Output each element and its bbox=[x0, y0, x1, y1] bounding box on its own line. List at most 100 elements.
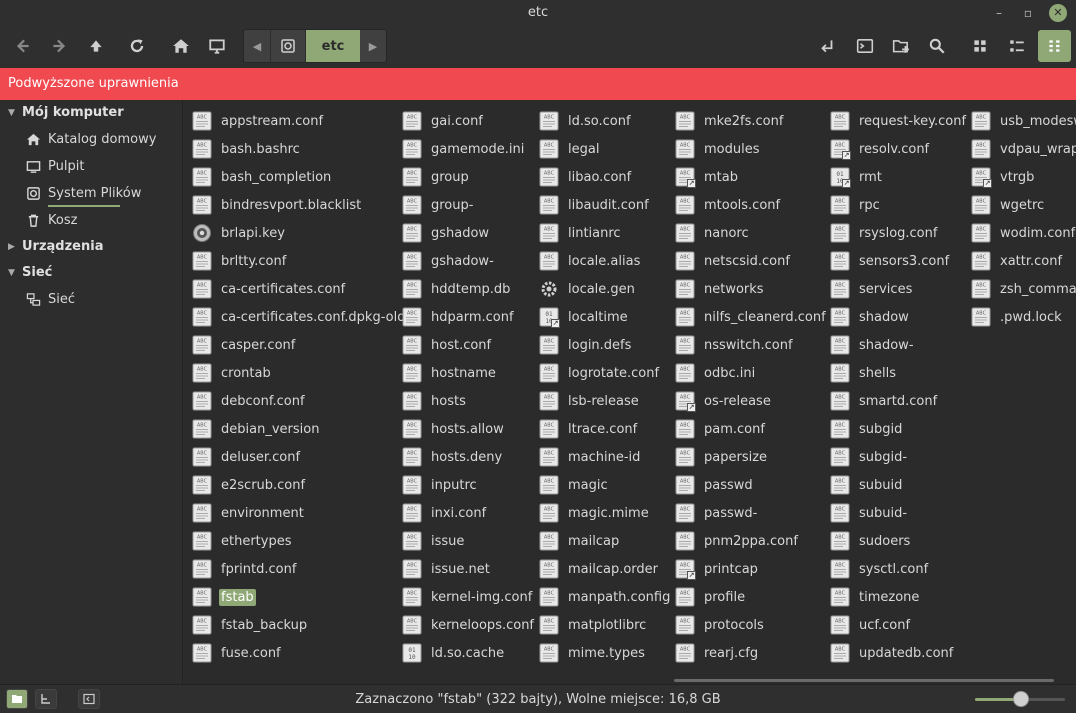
minimize-button[interactable]: – bbox=[990, 4, 1008, 22]
computer-button[interactable] bbox=[202, 31, 232, 61]
file-item[interactable]: ABC rpc bbox=[830, 194, 882, 216]
toggle-location-button[interactable] bbox=[812, 31, 842, 61]
file-item[interactable]: ABC papersize bbox=[675, 446, 769, 468]
file-item[interactable]: ABC gshadow- bbox=[402, 250, 496, 272]
horizontal-scrollbar[interactable] bbox=[674, 679, 1054, 682]
maximize-button[interactable]: ▫ bbox=[1019, 4, 1037, 22]
file-item[interactable]: ABC debconf.conf bbox=[192, 390, 307, 412]
file-item[interactable]: ABC ld.so.conf bbox=[539, 110, 633, 132]
file-item[interactable]: 01 10 ↗ rmt bbox=[830, 166, 884, 188]
file-item[interactable]: ABC e2scrub.conf bbox=[192, 474, 307, 496]
path-current-button[interactable]: etc bbox=[306, 30, 360, 62]
file-item[interactable]: ABC bash_completion bbox=[192, 166, 333, 188]
file-item[interactable]: ABC ca-certificates.conf bbox=[192, 278, 347, 300]
file-item[interactable]: ABC sudoers bbox=[830, 530, 912, 552]
file-item[interactable]: ABC nilfs_cleanerd.conf bbox=[675, 306, 828, 328]
sidebar-item-home[interactable]: Katalog domowy bbox=[26, 132, 156, 147]
back-button[interactable] bbox=[8, 31, 38, 61]
file-item[interactable]: ABC fstab bbox=[192, 586, 256, 608]
file-item[interactable]: ABC ucf.conf bbox=[830, 614, 912, 636]
file-item[interactable]: ABC magic bbox=[539, 474, 610, 496]
file-item[interactable]: ABC rearj.cfg bbox=[675, 642, 760, 664]
file-item[interactable]: ABC gshadow bbox=[402, 222, 491, 244]
file-item[interactable]: ABC subgid- bbox=[830, 446, 909, 468]
file-item[interactable]: ABC host.conf bbox=[402, 334, 493, 356]
file-item[interactable]: ABC wodim.conf bbox=[971, 222, 1076, 244]
file-item[interactable]: ABC kernel-img.conf bbox=[402, 586, 534, 608]
file-item[interactable]: ABC fprintd.conf bbox=[192, 558, 298, 580]
terminal-button[interactable] bbox=[850, 31, 880, 61]
file-item[interactable]: 01 10 ↗ localtime bbox=[539, 306, 630, 328]
sidebar-section-network[interactable]: ▼ Sieć bbox=[8, 265, 52, 280]
file-item[interactable]: ABC hosts bbox=[402, 390, 468, 412]
file-item[interactable]: ABC machine-id bbox=[539, 446, 642, 468]
file-item[interactable]: ABC issue.net bbox=[402, 558, 492, 580]
file-item[interactable]: ABC networks bbox=[675, 278, 766, 300]
file-item[interactable]: ABC mke2fs.conf bbox=[675, 110, 785, 132]
file-item[interactable]: ABC group bbox=[402, 166, 471, 188]
file-item[interactable]: ABC issue bbox=[402, 530, 466, 552]
file-item[interactable]: ABC gai.conf bbox=[402, 110, 485, 132]
file-item[interactable]: ABC mailcap bbox=[539, 530, 621, 552]
file-item[interactable]: ABC login.defs bbox=[539, 334, 633, 356]
file-item[interactable]: ABC shadow bbox=[830, 306, 911, 328]
file-item[interactable]: ABC logrotate.conf bbox=[539, 362, 661, 384]
icon-view-button[interactable] bbox=[965, 31, 995, 61]
file-item[interactable]: ABC fstab_backup bbox=[192, 614, 309, 636]
file-item[interactable]: ABC ca-certificates.conf.dpkg-old bbox=[192, 306, 407, 328]
search-button[interactable] bbox=[922, 31, 952, 61]
file-item[interactable]: ABC ethertypes bbox=[192, 530, 294, 552]
file-item[interactable]: ABC hostname bbox=[402, 362, 498, 384]
path-scroll-left-button[interactable]: ◀ bbox=[244, 30, 270, 62]
file-item[interactable]: ABC mtools.conf bbox=[675, 194, 782, 216]
file-item[interactable]: ABC updatedb.conf bbox=[830, 642, 955, 664]
file-item[interactable]: ABC hddtemp.db bbox=[402, 278, 512, 300]
file-item[interactable]: ABC group- bbox=[402, 194, 475, 216]
new-folder-button[interactable] bbox=[886, 31, 916, 61]
zoom-slider-handle[interactable] bbox=[1013, 691, 1029, 707]
file-item[interactable]: brlapi.key bbox=[192, 222, 287, 244]
forward-button[interactable] bbox=[44, 31, 74, 61]
file-item[interactable]: ABC nanorc bbox=[675, 222, 751, 244]
sidebar-item-filesystem[interactable]: System Plików bbox=[26, 186, 141, 201]
file-item[interactable]: ABC manpath.config bbox=[539, 586, 672, 608]
file-item[interactable]: ABC fuse.conf bbox=[192, 642, 283, 664]
file-item[interactable]: ABC lsb-release bbox=[539, 390, 641, 412]
file-item[interactable]: ABC locale.alias bbox=[539, 250, 642, 272]
file-item[interactable]: ABC subuid- bbox=[830, 502, 909, 524]
file-item[interactable]: ABC deluser.conf bbox=[192, 446, 302, 468]
file-item[interactable]: ABC matplotlibrc bbox=[539, 614, 648, 636]
path-root-button[interactable] bbox=[270, 30, 306, 62]
compact-view-button[interactable] bbox=[1038, 30, 1071, 62]
file-item[interactable]: ABC pnm2ppa.conf bbox=[675, 530, 800, 552]
file-item[interactable]: ABC .pwd.lock bbox=[971, 306, 1064, 328]
file-item[interactable]: ABC usb_modeswitch.conf bbox=[971, 110, 1076, 132]
sidebar-section-my-computer[interactable]: ▼ Mój komputer bbox=[8, 105, 124, 120]
file-item[interactable]: ABC modules bbox=[675, 138, 762, 160]
file-item[interactable]: ABC rsyslog.conf bbox=[830, 222, 939, 244]
file-item[interactable]: ABC ↗ vtrgb bbox=[971, 166, 1036, 188]
file-item[interactable]: ABC subuid bbox=[830, 474, 904, 496]
file-item[interactable]: ABC hdparm.conf bbox=[402, 306, 516, 328]
file-item[interactable]: ABC xattr.conf bbox=[971, 250, 1064, 272]
up-button[interactable] bbox=[81, 31, 111, 61]
home-button[interactable] bbox=[166, 31, 196, 61]
file-item[interactable]: ABC ↗ printcap bbox=[675, 558, 760, 580]
file-item[interactable]: ABC lintianrc bbox=[539, 222, 623, 244]
file-item[interactable]: ABC wgetrc bbox=[971, 194, 1046, 216]
file-item[interactable]: ABC shells bbox=[830, 362, 898, 384]
list-view-button[interactable] bbox=[1002, 31, 1032, 61]
file-item[interactable]: ABC nsswitch.conf bbox=[675, 334, 795, 356]
file-item[interactable]: ABC libao.conf bbox=[539, 166, 633, 188]
file-item[interactable]: ABC netscsid.conf bbox=[675, 250, 792, 272]
file-item[interactable]: ABC ltrace.conf bbox=[539, 418, 639, 440]
file-item[interactable]: ABC kerneloops.conf bbox=[402, 614, 536, 636]
sidebar-section-devices[interactable]: ▶ Urządzenia bbox=[8, 239, 103, 254]
file-view[interactable]: ABC appstream.conf ABC bash.bashrc ABC bash_c… bbox=[184, 100, 1076, 684]
file-item[interactable]: ABC libaudit.conf bbox=[539, 194, 651, 216]
file-item[interactable]: ABC ↗ resolv.conf bbox=[830, 138, 931, 160]
path-scroll-right-button[interactable]: ▶ bbox=[360, 30, 386, 62]
file-item[interactable]: ABC sysctl.conf bbox=[830, 558, 930, 580]
file-item[interactable]: ABC timezone bbox=[830, 586, 921, 608]
file-item[interactable]: ABC vdpau_wrapper.cfg bbox=[971, 138, 1076, 160]
